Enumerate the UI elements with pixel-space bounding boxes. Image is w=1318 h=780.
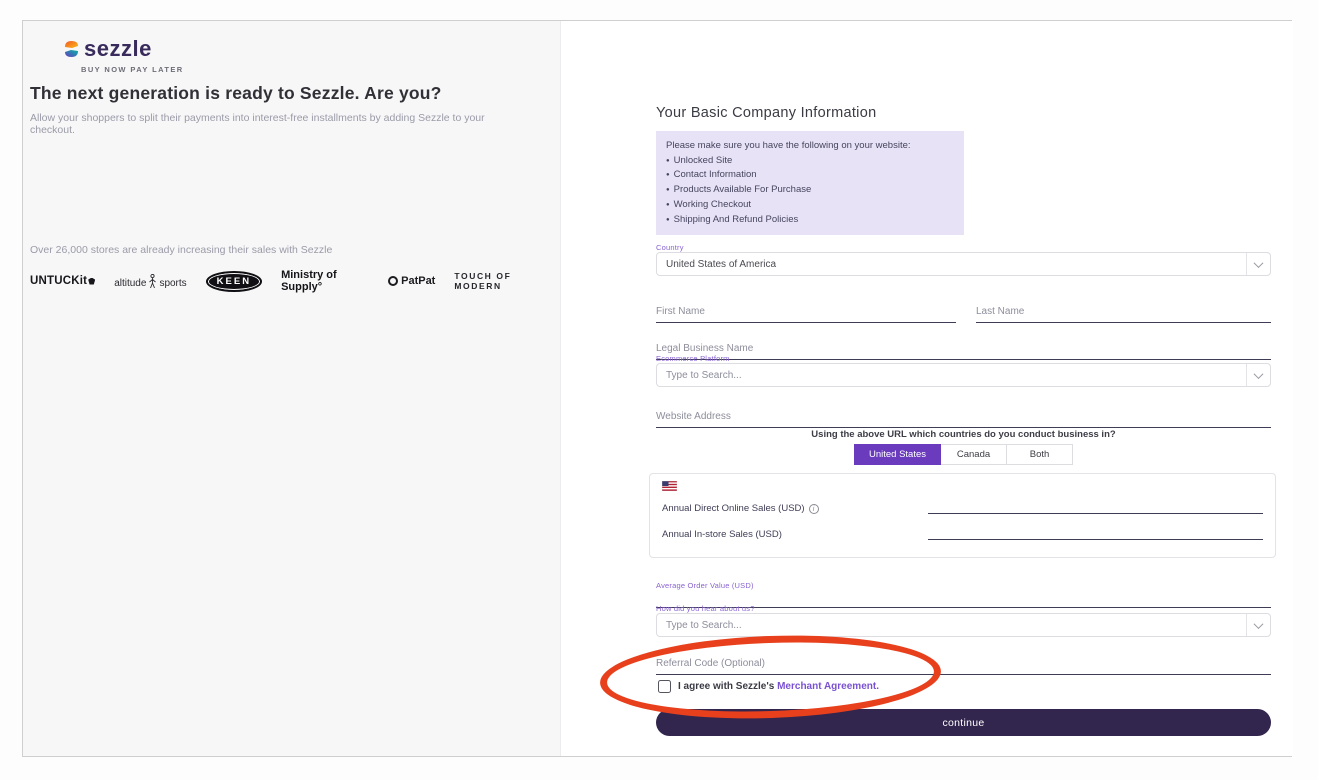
altitude-goat-icon xyxy=(148,274,157,289)
annual-instore-sales-label: Annual In-store Sales (USD) xyxy=(662,529,782,540)
patpat-ring-icon xyxy=(388,276,398,286)
page-frame: sezzle BUY NOW PAY LATER The next genera… xyxy=(22,20,1292,757)
us-flag-icon xyxy=(662,481,677,491)
chevron-down-icon xyxy=(1246,364,1270,386)
info-icon[interactable]: i xyxy=(809,504,819,514)
subheadline: Allow your shoppers to split their payme… xyxy=(30,112,530,136)
brand-keen: KEEN xyxy=(206,271,262,292)
annual-instore-sales-row: Annual In-store Sales (USD) xyxy=(662,523,1263,540)
annual-instore-sales-input[interactable] xyxy=(928,523,1263,540)
notice-intro: Please make sure you have the following … xyxy=(666,139,954,154)
notice-item: Unlocked Site xyxy=(666,154,954,169)
chevron-down-icon xyxy=(1246,253,1270,275)
annual-online-sales-label: Annual Direct Online Sales (USD) i xyxy=(662,503,819,514)
toggle-canada-button[interactable]: Canada xyxy=(941,444,1007,465)
average-order-value-label: Average Order Value (USD) xyxy=(656,581,754,590)
chevron-down-icon xyxy=(1246,614,1270,636)
agreement-text: I agree with Sezzle's Merchant Agreement… xyxy=(678,681,879,692)
us-sales-card: Annual Direct Online Sales (USD) i Annua… xyxy=(649,473,1276,558)
brand-untuckit: UNTUCKit xyxy=(30,275,95,287)
marketing-panel: sezzle BUY NOW PAY LATER The next genera… xyxy=(23,21,561,756)
website-requirements-notice: Please make sure you have the following … xyxy=(656,131,964,235)
agreement-row: I agree with Sezzle's Merchant Agreement… xyxy=(658,680,879,693)
ecommerce-platform-select[interactable]: Type to Search... xyxy=(656,363,1271,387)
website-address-input[interactable] xyxy=(656,411,1271,428)
country-select-value: United States of America xyxy=(657,259,1246,270)
hear-about-placeholder: Type to Search... xyxy=(657,620,1246,631)
brand-altitude-sports: altitude sports xyxy=(114,274,186,289)
sezzle-logo-icon xyxy=(63,39,80,59)
notice-list: Unlocked Site Contact Information Produc… xyxy=(666,154,954,228)
hear-about-label: How did you hear about us? xyxy=(656,604,755,613)
toggle-both-button[interactable]: Both xyxy=(1007,444,1073,465)
form-title: Your Basic Company Information xyxy=(656,105,876,121)
merchant-agreement-link[interactable]: Merchant Agreement. xyxy=(777,681,879,692)
logo-tagline: BUY NOW PAY LATER xyxy=(81,65,184,74)
legal-business-name-input[interactable] xyxy=(656,343,1271,360)
country-select[interactable]: United States of America xyxy=(656,252,1271,276)
annual-online-sales-input[interactable] xyxy=(928,497,1263,514)
notice-item: Shipping And Refund Policies xyxy=(666,213,954,228)
conduct-country-toggle: United States Canada Both xyxy=(656,444,1271,465)
toggle-united-states-button[interactable]: United States xyxy=(854,444,941,465)
headline: The next generation is ready to Sezzle. … xyxy=(30,83,442,104)
referral-code-input[interactable] xyxy=(656,658,1271,675)
hear-about-select[interactable]: Type to Search... xyxy=(656,613,1271,637)
conduct-business-question: Using the above URL which countries do y… xyxy=(656,429,1271,440)
notice-item: Products Available For Purchase xyxy=(666,183,954,198)
ecommerce-platform-label: Ecommerce Platform xyxy=(656,354,730,363)
brand-logos-row: UNTUCKit altitude sports KEEN Ministry o… xyxy=(30,269,550,293)
sezzle-logo: sezzle xyxy=(63,36,152,62)
untuckit-shirt-icon xyxy=(88,278,95,285)
notice-item: Contact Information xyxy=(666,168,954,183)
social-proof-text: Over 26,000 stores are already increasin… xyxy=(30,244,332,256)
logo-wordmark: sezzle xyxy=(84,36,152,62)
brand-ministry-of-supply: Ministry of Supply° xyxy=(281,269,369,293)
ecommerce-platform-placeholder: Type to Search... xyxy=(657,370,1246,381)
continue-button[interactable]: continue xyxy=(656,709,1271,736)
annual-online-sales-row: Annual Direct Online Sales (USD) i xyxy=(662,497,1263,514)
signup-form-panel: Your Basic Company Information Please ma… xyxy=(561,21,1293,756)
first-name-input[interactable] xyxy=(656,306,956,323)
last-name-input[interactable] xyxy=(976,306,1271,323)
notice-item: Working Checkout xyxy=(666,198,954,213)
brand-patpat: PatPat xyxy=(388,275,435,287)
agreement-checkbox[interactable] xyxy=(658,680,671,693)
brand-touch-of-modern: TOUCH OF MODERN xyxy=(454,271,550,291)
country-label: Country xyxy=(656,243,684,252)
